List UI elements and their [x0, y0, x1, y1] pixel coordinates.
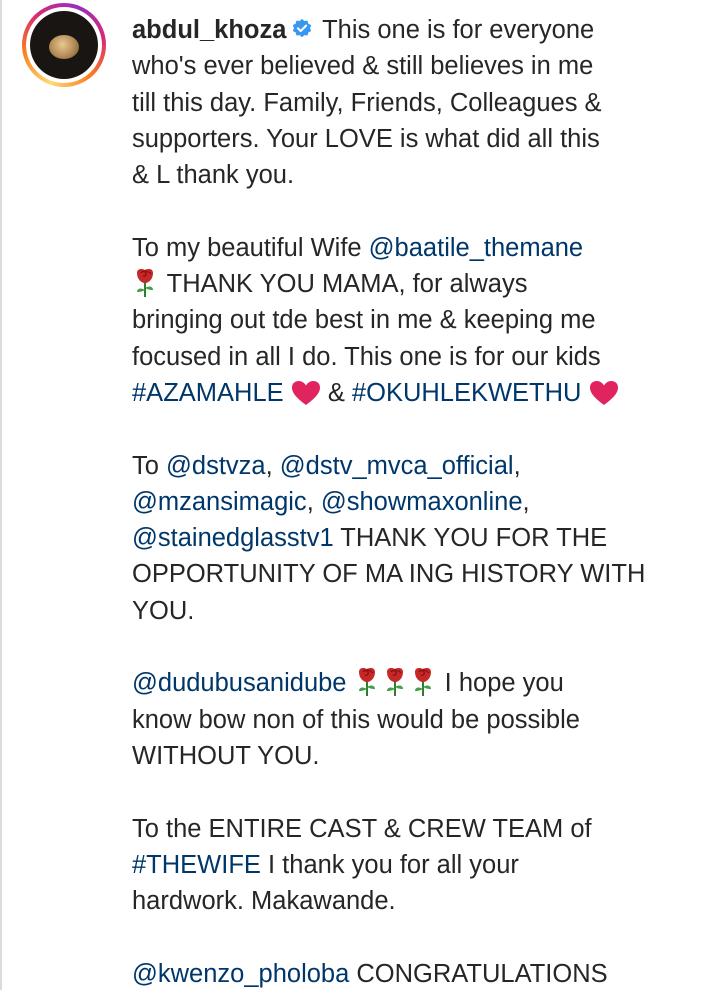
mention-dudubusanidube[interactable]: @dudubusanidube: [132, 669, 346, 697]
mention-baatile-themane[interactable]: @baatile_themane: [369, 234, 583, 262]
mention-kwenzo-pholoba[interactable]: @kwenzo_pholoba: [132, 960, 349, 988]
rose-emoji-icon: [132, 268, 158, 298]
mention-stainedglasstv1[interactable]: @stainedglasstv1: [132, 524, 334, 552]
hashtag-okuhlekwethu[interactable]: #OKUHLEKWETHU: [352, 379, 582, 407]
story-avatar[interactable]: [22, 3, 106, 87]
username-link[interactable]: abdul_khoza: [132, 16, 286, 44]
post-caption: abdul_khoza This one is for everyone who…: [132, 16, 646, 988]
hashtag-azamahle[interactable]: #AZAMAHLE: [132, 379, 284, 407]
hashtag-thewife[interactable]: #THEWIFE: [132, 851, 261, 879]
rose-emoji-icon: [410, 667, 436, 697]
rose-emoji-icon: [382, 667, 408, 697]
verified-badge-icon: [293, 18, 312, 38]
mention-dstvza[interactable]: @dstvza: [166, 452, 266, 480]
mention-showmaxonline[interactable]: @showmaxonline: [321, 488, 523, 516]
rose-emoji-icon: [354, 667, 380, 697]
left-border: [0, 0, 2, 990]
mention-mzansimagic[interactable]: @mzansimagic: [132, 488, 307, 516]
red-heart-icon: [589, 380, 619, 406]
red-heart-icon: [291, 380, 321, 406]
mention-dstv-mvca-official[interactable]: @dstv_mvca_official: [280, 452, 514, 480]
moon-avatar: [30, 11, 98, 79]
